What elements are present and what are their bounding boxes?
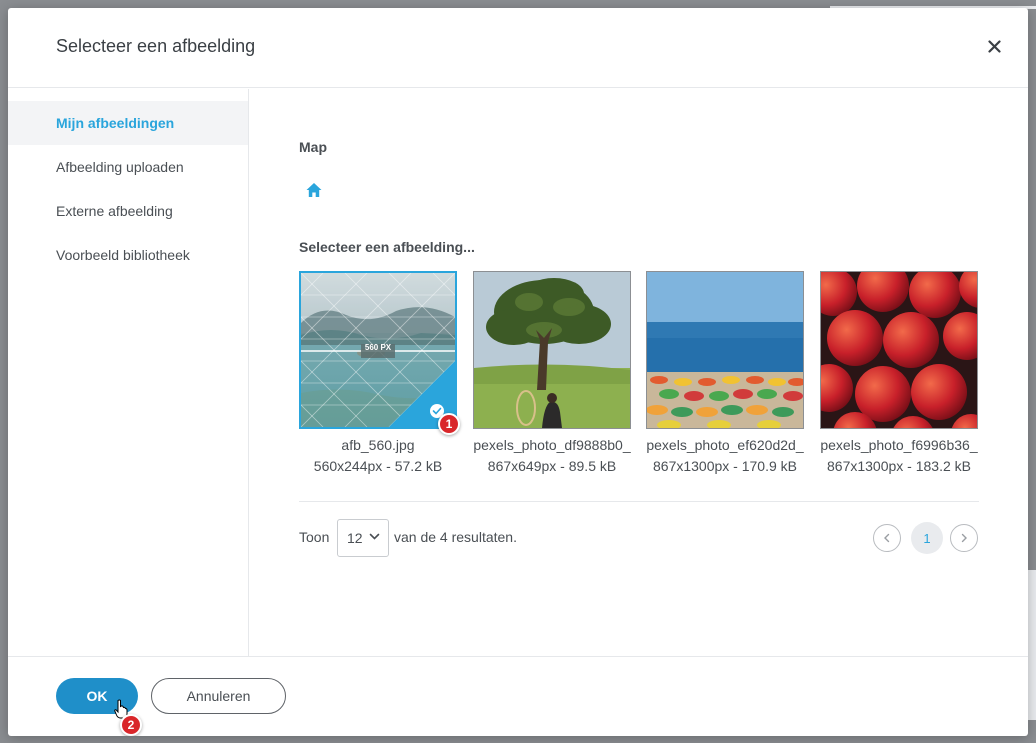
close-icon bbox=[987, 39, 1001, 53]
step-badge-2: 2 bbox=[120, 714, 142, 736]
image-thumbnail bbox=[473, 271, 631, 429]
image-meta: 867x649px - 89.5 kB bbox=[487, 458, 617, 474]
main-content: Map Selecteer een afbeelding... 560 PX 1… bbox=[250, 89, 1028, 656]
sidebar-item-sample-library[interactable]: Voorbeeld bibliotheek bbox=[8, 233, 248, 277]
chevron-right-icon bbox=[961, 533, 967, 543]
sidebar-item-my-images[interactable]: Mijn afbeeldingen bbox=[8, 101, 248, 145]
image-name: pexels_photo_ef620d2d_ bbox=[646, 437, 804, 453]
dialog-footer: OK Annuleren 2 bbox=[8, 656, 1028, 736]
close-button[interactable] bbox=[982, 34, 1006, 58]
next-page-button[interactable] bbox=[950, 524, 978, 552]
home-icon[interactable] bbox=[305, 181, 323, 199]
chevron-down-icon bbox=[369, 533, 380, 540]
sidebar-item-upload-image[interactable]: Afbeelding uploaden bbox=[8, 145, 248, 189]
per-page-select[interactable]: 12 bbox=[337, 519, 389, 557]
results-count: van de 4 resultaten. bbox=[394, 529, 517, 545]
image-tile-afb-560[interactable]: 560 PX 1 afb_560.jpg 560x244px - 57.2 kB bbox=[299, 271, 460, 477]
content-divider bbox=[299, 501, 979, 502]
sidebar-item-external-image[interactable]: Externe afbeelding bbox=[8, 189, 248, 233]
prev-page-button[interactable] bbox=[873, 524, 901, 552]
image-meta: 560x244px - 57.2 kB bbox=[313, 458, 443, 474]
image-meta: 867x1300px - 170.9 kB bbox=[653, 458, 797, 474]
page-button-1[interactable]: 1 bbox=[911, 522, 943, 554]
image-select-dialog: Selecteer een afbeelding Mijn afbeelding… bbox=[8, 8, 1028, 736]
image-tile-tree[interactable]: pexels_photo_df9888b0_ 867x649px - 89.5 … bbox=[473, 271, 631, 477]
show-label: Toon bbox=[299, 529, 330, 545]
dialog-header: Selecteer een afbeelding bbox=[8, 8, 1028, 88]
image-tile-nectarines[interactable]: pexels_photo_f6996b36_ 867x1300px - 183.… bbox=[820, 271, 978, 477]
image-name: afb_560.jpg bbox=[341, 437, 415, 453]
image-thumbnail bbox=[646, 271, 804, 429]
image-name: pexels_photo_f6996b36_ bbox=[820, 437, 978, 453]
cancel-button[interactable]: Annuleren bbox=[151, 678, 286, 714]
image-thumbnail bbox=[820, 271, 978, 429]
folder-label: Map bbox=[299, 139, 327, 155]
chevron-left-icon bbox=[884, 533, 890, 543]
step-badge-1: 1 bbox=[438, 413, 460, 435]
image-name: pexels_photo_df9888b0_ bbox=[473, 437, 631, 453]
dialog-title: Selecteer een afbeelding bbox=[56, 36, 256, 56]
per-page-value: 12 bbox=[347, 530, 363, 546]
image-tile-beach[interactable]: pexels_photo_ef620d2d_ 867x1300px - 170.… bbox=[646, 271, 804, 477]
image-overlay-label: 560 PX bbox=[364, 343, 392, 352]
backdrop-strip-right bbox=[1028, 570, 1036, 720]
sidebar: Mijn afbeeldingen Afbeelding uploaden Ex… bbox=[8, 89, 249, 656]
image-meta: 867x1300px - 183.2 kB bbox=[827, 458, 971, 474]
select-image-label: Selecteer een afbeelding... bbox=[299, 239, 475, 255]
